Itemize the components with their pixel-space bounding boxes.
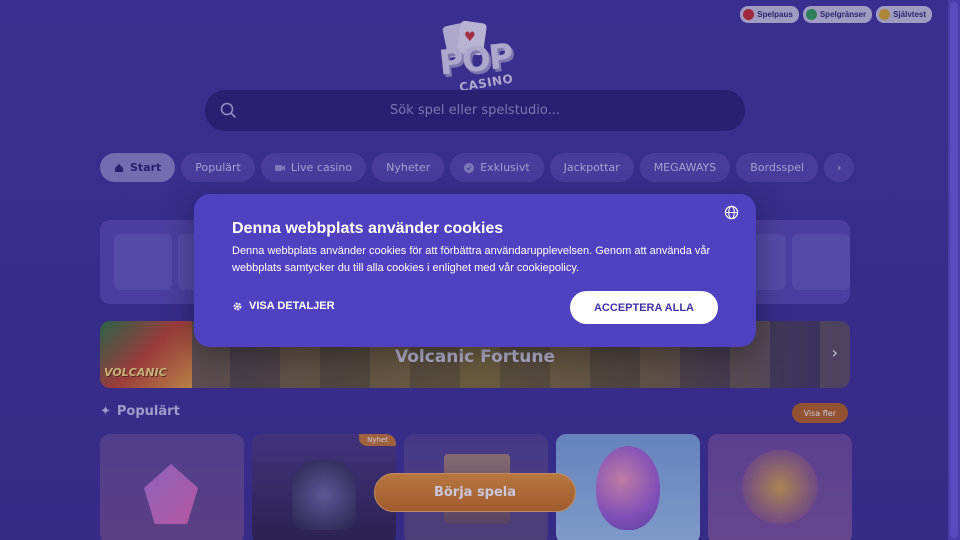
tab-live-casino-label: Live casino — [290, 161, 353, 174]
show-more-button[interactable]: Visa fler — [791, 403, 848, 423]
game-card[interactable] — [556, 434, 700, 540]
badge-icon — [464, 162, 475, 173]
spelpaus-label: Spelpaus — [757, 10, 793, 19]
tab-exclusive[interactable]: Exklusivt — [450, 153, 544, 182]
page-scrollbar[interactable] — [948, 0, 960, 540]
game-artwork — [596, 446, 660, 530]
selftest-icon — [879, 9, 891, 20]
tab-exclusive-label: Exklusivt — [480, 161, 530, 174]
tab-megaways[interactable]: MEGAWAYS — [639, 153, 731, 182]
chevron-right-icon: › — [836, 161, 842, 174]
tab-jackpots[interactable]: Jackpottar — [549, 153, 634, 182]
tab-jackpots-label: Jackpottar — [563, 161, 620, 174]
scrollbar-thumb[interactable] — [950, 2, 958, 538]
spelgranser-label: Spelgränser — [819, 10, 867, 19]
spelgranser-link[interactable]: Spelgränser — [802, 6, 873, 23]
cookie-title: Denna webbplats använder cookies — [232, 220, 504, 237]
sjalvtest-label: Självtest — [893, 10, 926, 19]
loading-tile — [792, 234, 850, 290]
loading-tile — [114, 234, 172, 290]
tab-start[interactable]: Start — [100, 153, 176, 182]
cookie-consent-dialog: Denna webbplats använder cookies Denna w… — [194, 194, 756, 347]
tab-popular[interactable]: Populärt — [181, 153, 255, 182]
show-details-label: VISA DETALJER — [249, 300, 335, 312]
tab-megaways-label: MEGAWAYS — [653, 161, 717, 174]
game-card[interactable] — [708, 434, 852, 540]
search-icon — [220, 102, 236, 118]
tab-live-casino[interactable]: Live casino — [260, 153, 367, 182]
spelpaus-link[interactable]: Spelpaus — [740, 6, 799, 23]
accept-all-button[interactable]: ACCEPTERA ALLA — [570, 291, 718, 324]
cookie-body: Denna webbplats använder cookies för att… — [232, 245, 711, 274]
game-card[interactable] — [100, 434, 244, 540]
game-artwork — [292, 460, 356, 530]
page: Spelpaus Spelgränser Självtest ♥ POP CAS… — [0, 0, 948, 540]
tab-popular-label: Populärt — [195, 161, 241, 174]
banner-thumbnail-logo: VOLCANIC — [104, 366, 167, 379]
tab-news[interactable]: Nyheter — [372, 153, 445, 182]
tab-news-label: Nyheter — [386, 161, 431, 174]
limits-icon — [805, 9, 817, 20]
sjalvtest-link[interactable]: Självtest — [876, 6, 932, 23]
game-artwork — [144, 464, 198, 524]
tab-start-label: Start — [130, 161, 162, 174]
popular-heading: Populärt — [116, 404, 180, 419]
start-playing-button[interactable]: Börja spela — [374, 473, 576, 512]
search-bar[interactable] — [205, 90, 745, 131]
search-input[interactable] — [205, 90, 745, 131]
responsible-gaming-links: Spelpaus Spelgränser Självtest — [740, 6, 932, 23]
chevron-right-icon[interactable]: › — [832, 343, 838, 362]
popular-section-header: ✦ Populärt — [100, 404, 180, 419]
new-badge: Nyhet — [359, 434, 396, 446]
pop-casino-logo[interactable]: ♥ POP CASINO — [437, 20, 514, 98]
tabs-next-button[interactable]: › — [824, 153, 855, 182]
game-artwork — [742, 450, 818, 524]
tab-table-games[interactable]: Bordsspel — [736, 153, 819, 182]
banner-title: Volcanic Fortune — [394, 347, 556, 367]
show-details-link[interactable]: VISA DETALJER — [232, 300, 335, 312]
gear-icon — [233, 302, 242, 310]
category-tabs: Start Populärt Live casino Nyheter Exklu… — [100, 153, 855, 182]
globe-icon[interactable] — [724, 205, 739, 220]
camera-icon — [274, 164, 285, 171]
home-icon — [115, 163, 123, 172]
pause-icon — [743, 9, 755, 20]
sparkle-icon: ✦ — [100, 404, 111, 419]
tab-table-games-label: Bordsspel — [750, 161, 805, 174]
